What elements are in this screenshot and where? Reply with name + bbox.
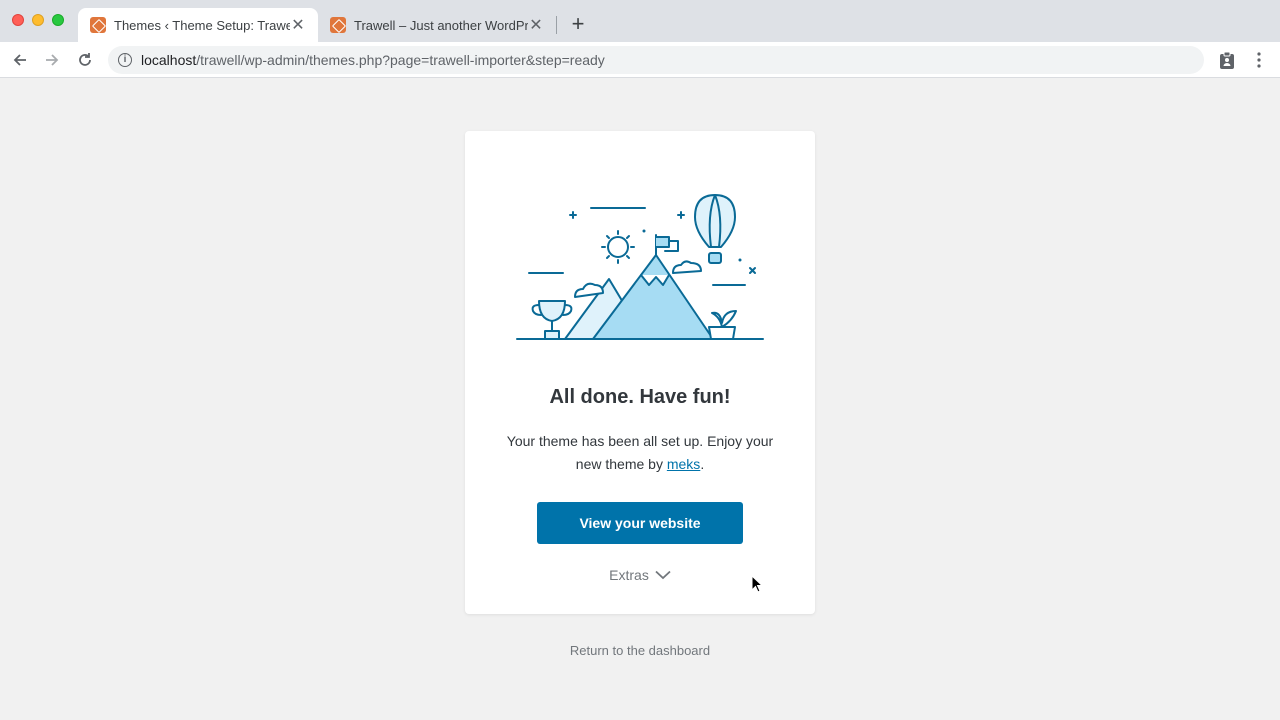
url-text: localhost/trawell/wp-admin/themes.php?pa… (141, 52, 605, 68)
return-to-dashboard-link[interactable]: Return to the dashboard (0, 643, 1280, 658)
forward-arrow-icon (46, 54, 59, 66)
more-vert-icon (1257, 52, 1261, 68)
extension-button[interactable] (1215, 48, 1239, 72)
setup-complete-title: All done. Have fun! (549, 386, 731, 408)
back-arrow-icon (13, 54, 26, 66)
minimize-window-button[interactable] (32, 14, 44, 26)
maximize-window-button[interactable] (52, 14, 64, 26)
close-window-button[interactable] (12, 14, 24, 26)
tab-separator (556, 16, 557, 34)
message-text: Your theme has been all set up. Enjoy yo… (506, 433, 774, 472)
view-website-button[interactable]: View your website (537, 502, 743, 544)
author-link[interactable]: meks (667, 456, 700, 472)
mountain-illustration-icon (516, 194, 764, 340)
forward-button[interactable] (40, 48, 64, 72)
browser-menu-button[interactable] (1247, 48, 1271, 72)
site-info-icon[interactable]: i (118, 53, 132, 67)
tab-close-icon[interactable]: ✕ (290, 15, 306, 35)
setup-complete-card: All done. Have fun! Your theme has been … (465, 131, 815, 614)
tab-close-icon[interactable]: ✕ (528, 15, 544, 35)
chevron-down-icon (655, 570, 671, 580)
site-favicon-icon (90, 17, 106, 33)
address-bar[interactable]: i localhost/trawell/wp-admin/themes.php?… (108, 46, 1204, 74)
message-punctuation: . (700, 456, 705, 472)
tab-title: Trawell – Just another WordPress site (354, 17, 528, 33)
tab-title: Themes ‹ Theme Setup: Trawell (114, 17, 290, 33)
site-favicon-icon (330, 17, 346, 33)
url-path: /trawell/wp-admin/themes.php?page=trawel… (196, 52, 605, 68)
mouse-cursor-icon (751, 575, 763, 593)
clipboard-icon (1220, 51, 1234, 69)
browser-tabstrip: Themes ‹ Theme Setup: Trawell ✕ Trawell … (0, 0, 1280, 42)
reload-button[interactable] (73, 48, 97, 72)
setup-complete-message: Your theme has been all set up. Enjoy yo… (495, 430, 785, 476)
new-tab-button[interactable]: + (566, 12, 590, 36)
reload-icon (79, 53, 91, 66)
back-button[interactable] (8, 48, 32, 72)
tab-theme-setup[interactable]: Themes ‹ Theme Setup: Trawell ✕ (78, 8, 318, 42)
url-host: localhost (141, 52, 197, 68)
extras-label: Extras (609, 567, 649, 583)
browser-toolbar: i localhost/trawell/wp-admin/themes.php?… (0, 42, 1280, 78)
tab-trawell-site[interactable]: Trawell – Just another WordPress site ✕ (318, 8, 556, 42)
